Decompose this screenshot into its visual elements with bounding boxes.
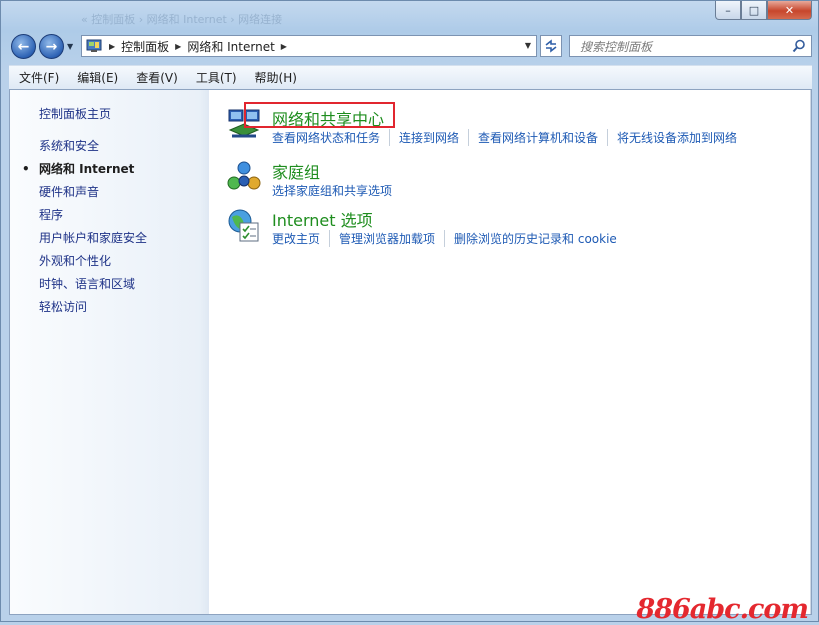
internet-options-icon[interactable] (226, 207, 262, 243)
refresh-icon (545, 39, 557, 53)
caption-buttons: – □ ✕ (715, 1, 812, 21)
menu-tools[interactable]: 工具(T) (186, 69, 245, 86)
breadcrumb-separator-icon[interactable]: ▶ (175, 42, 181, 51)
sidebar-item-programs[interactable]: 程序 (39, 207, 147, 230)
category-links: 选择家庭组和共享选项 (272, 182, 410, 199)
control-panel-home-link[interactable]: 控制面板主页 (39, 105, 111, 122)
category-list: 系统和安全 网络和 Internet 硬件和声音 程序 用户帐户和家庭安全 外观… (22, 138, 147, 322)
menu-help[interactable]: 帮助(H) (245, 69, 305, 86)
homegroup-icon[interactable] (226, 159, 262, 195)
link-homegroup-sharing-options[interactable]: 选择家庭组和共享选项 (272, 182, 401, 199)
link-delete-browsing-history[interactable]: 删除浏览的历史记录和 cookie (454, 230, 626, 247)
content-border (810, 90, 811, 614)
control-panel-icon (86, 39, 102, 52)
close-button[interactable]: ✕ (767, 1, 812, 20)
breadcrumb-separator-icon[interactable]: ▶ (281, 42, 287, 51)
link-add-wireless-device[interactable]: 将无线设备添加到网络 (617, 129, 746, 146)
highlight-box (244, 102, 395, 128)
category-links: 更改主页 管理浏览器加载项 删除浏览的历史记录和 cookie (272, 230, 635, 247)
link-manage-add-ons[interactable]: 管理浏览器加载项 (339, 230, 446, 247)
search-box[interactable] (569, 35, 812, 57)
address-dropdown-icon[interactable]: ▼ (525, 41, 531, 50)
menu-edit[interactable]: 编辑(E) (67, 69, 126, 86)
sidebar-item-hardware-sound[interactable]: 硬件和声音 (39, 184, 147, 207)
recent-pages-dropdown-icon[interactable]: ▼ (67, 42, 73, 51)
sidebar-item-ease-of-access[interactable]: 轻松访问 (39, 299, 147, 322)
menu-bar: 文件(F) 编辑(E) 查看(V) 工具(T) 帮助(H) (9, 65, 812, 90)
link-connect-to-network[interactable]: 连接到网络 (399, 129, 470, 146)
sidebar-item-system-security[interactable]: 系统和安全 (39, 138, 147, 161)
sidebar-item-appearance[interactable]: 外观和个性化 (39, 253, 147, 276)
category-title-internet-options[interactable]: Internet 选项 (272, 207, 373, 231)
menu-view[interactable]: 查看(V) (126, 69, 186, 86)
breadcrumb-network-internet[interactable]: 网络和 Internet (187, 38, 274, 55)
sidebar-item-clock-language[interactable]: 时钟、语言和区域 (39, 276, 147, 299)
breadcrumb-control-panel[interactable]: 控制面板 (121, 38, 169, 55)
forward-button[interactable]: → (39, 34, 64, 59)
refresh-button[interactable] (540, 35, 562, 57)
navigation-bar: ← → ▼ ▶ 控制面板 ▶ 网络和 Internet ▶ ▼ (9, 33, 812, 61)
left-navigation-pane: 控制面板主页 系统和安全 网络和 Internet 硬件和声音 程序 用户帐户和… (10, 90, 209, 614)
link-view-network-status[interactable]: 查看网络状态和任务 (272, 129, 391, 146)
watermark: 886abc.com (636, 594, 809, 625)
link-view-network-computers[interactable]: 查看网络计算机和设备 (478, 129, 609, 146)
search-input[interactable] (578, 37, 787, 57)
sidebar-item-user-accounts[interactable]: 用户帐户和家庭安全 (39, 230, 147, 253)
category-title-homegroup[interactable]: 家庭组 (272, 159, 320, 183)
search-icon[interactable] (792, 39, 806, 53)
back-button[interactable]: ← (11, 34, 36, 59)
link-change-home-page[interactable]: 更改主页 (272, 230, 331, 247)
menu-file[interactable]: 文件(F) (9, 69, 67, 86)
minimize-button[interactable]: – (715, 1, 741, 20)
window: « 控制面板 › 网络和 Internet › 网络连接 – □ ✕ ← → ▼… (0, 0, 819, 625)
maximize-button[interactable]: □ (741, 1, 767, 20)
breadcrumb-separator-icon[interactable]: ▶ (109, 42, 115, 51)
content-area: 控制面板主页 系统和安全 网络和 Internet 硬件和声音 程序 用户帐户和… (9, 89, 812, 615)
address-bar[interactable]: ▶ 控制面板 ▶ 网络和 Internet ▶ ▼ (81, 35, 537, 57)
title-breadcrumb-ghost: « 控制面板 › 网络和 Internet › 网络连接 (81, 13, 283, 26)
main-pane: 网络和共享中心 查看网络状态和任务 连接到网络 查看网络计算机和设备 将无线设备… (210, 90, 811, 614)
sidebar-item-network-internet[interactable]: 网络和 Internet (22, 161, 147, 184)
category-links: 查看网络状态和任务 连接到网络 查看网络计算机和设备 将无线设备添加到网络 (272, 129, 755, 146)
